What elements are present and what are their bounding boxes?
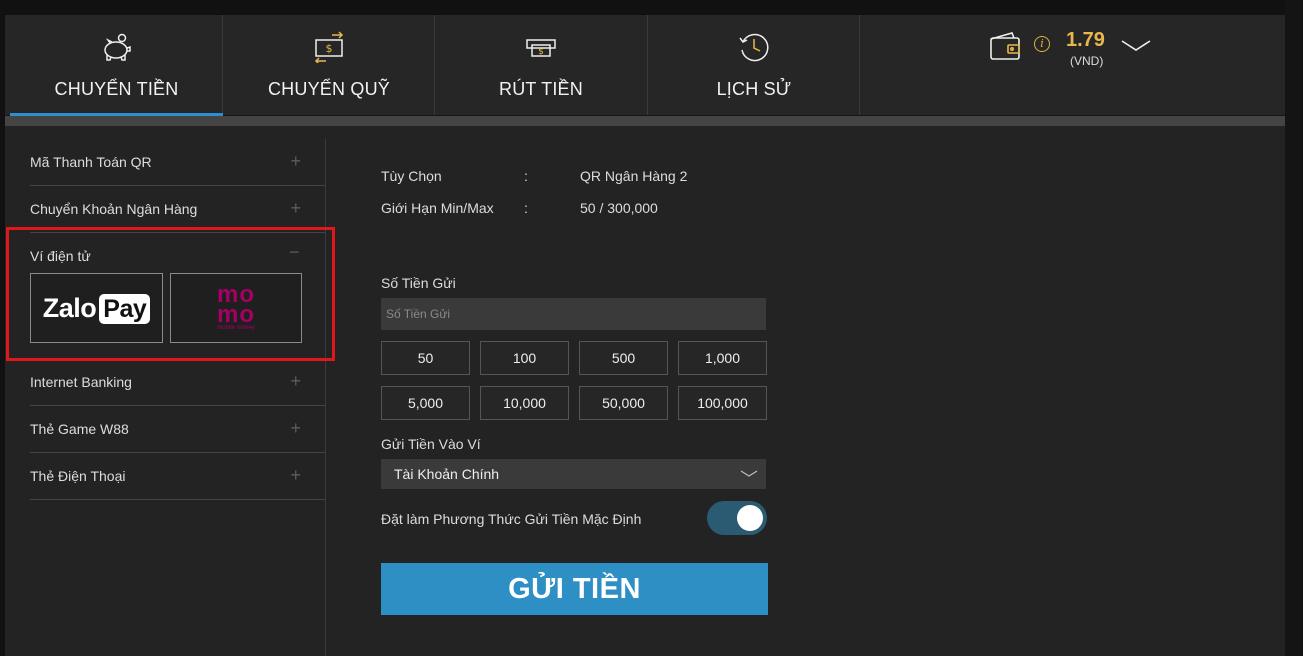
plus-icon[interactable]: + — [290, 371, 301, 392]
plus-icon[interactable]: + — [290, 465, 301, 486]
tab-chuyen-tien[interactable]: CHUYỂN TIỀN — [10, 15, 223, 115]
sidebar-item-label: Internet Banking — [30, 374, 132, 390]
limit-label: Giới Hạn Min/Max — [381, 200, 494, 216]
wallet-target-label: Gửi Tiền Vào Ví — [381, 436, 481, 452]
quick-amount-button[interactable]: 50,000 — [579, 386, 668, 420]
sidebar-item-phone-card[interactable]: Thẻ Điện Thoại + — [30, 453, 325, 500]
tab-label: RÚT TIỀN — [499, 79, 583, 99]
sidebar-item-qr[interactable]: Mã Thanh Toán QR + — [30, 139, 325, 186]
sidebar-item-label: Thẻ Điện Thoại — [30, 468, 126, 484]
history-clock-icon — [736, 29, 772, 65]
sidebar-item-ewallet[interactable]: Ví điện tử — [30, 248, 91, 264]
sidebar-item-game-card[interactable]: Thẻ Game W88 + — [30, 406, 325, 453]
quick-amount-button[interactable]: 50 — [381, 341, 470, 375]
plus-icon[interactable]: + — [290, 418, 301, 439]
amount-input[interactable] — [381, 298, 766, 330]
tab-rut-tien[interactable]: $ RÚT TIỀN — [435, 15, 647, 115]
momo-tagline: mobile money — [217, 325, 255, 331]
tab-lich-su[interactable]: LỊCH SỬ — [648, 15, 860, 115]
amount-label: Số Tiền Gửi — [381, 275, 456, 291]
option-value: QR Ngân Hàng 2 — [580, 168, 688, 184]
limit-colon: : — [524, 200, 528, 216]
default-method-label: Đặt làm Phương Thức Gửi Tiền Mặc Định — [381, 511, 642, 527]
momo-logo: mo mo mobile money — [217, 283, 255, 332]
momo-option[interactable]: mo mo mobile money — [170, 273, 302, 343]
tab-label: CHUYỂN QUỸ — [267, 79, 390, 99]
top-strip — [5, 0, 1285, 15]
balance-amount: 1.79 — [1066, 29, 1105, 51]
zalopay-logo: Zalo Pay — [43, 293, 151, 324]
quick-amount-button[interactable]: 1,000 — [678, 341, 767, 375]
zalopay-option[interactable]: Zalo Pay — [30, 273, 163, 343]
momo-brand-bottom: mo — [217, 301, 255, 328]
zalopay-brand: Zalo — [42, 292, 97, 323]
info-icon[interactable]: i — [1034, 36, 1050, 52]
sidebar-divider — [325, 139, 326, 656]
tab-divider — [859, 15, 860, 115]
right-edge — [1285, 0, 1303, 656]
chevron-down-icon — [740, 467, 758, 485]
option-label: Tùy Chọn — [381, 168, 442, 184]
plus-icon[interactable]: + — [290, 151, 301, 172]
quick-amount-button[interactable]: 5,000 — [381, 386, 470, 420]
default-method-toggle[interactable] — [707, 501, 767, 535]
sidebar-item-bank-transfer[interactable]: Chuyển Khoản Ngân Hàng + — [30, 186, 325, 233]
sidebar-item-label: Chuyển Khoản Ngân Hàng — [30, 201, 198, 217]
sidebar-item-label: Mã Thanh Toán QR — [30, 154, 152, 170]
quick-amount-button[interactable]: 500 — [579, 341, 668, 375]
money-transfer-icon: $ — [311, 29, 347, 65]
svg-text:$: $ — [538, 47, 544, 57]
tab-chuyen-quy[interactable]: $ CHUYỂN QUỸ — [223, 15, 435, 115]
header-divider — [5, 116, 1285, 126]
limit-value: 50 / 300,000 — [580, 200, 658, 216]
quick-amount-button[interactable]: 100,000 — [678, 386, 767, 420]
zalopay-suffix: Pay — [99, 293, 151, 324]
chevron-down-icon[interactable] — [1120, 38, 1152, 59]
wallet-target-select[interactable]: Tài Khoản Chính — [381, 459, 766, 489]
sidebar-item-internet-banking[interactable]: Internet Banking + — [30, 359, 325, 406]
quick-amount-button[interactable]: 100 — [480, 341, 569, 375]
svg-text:$: $ — [326, 42, 333, 55]
submit-deposit-button[interactable]: GỬI TIỀN — [381, 563, 768, 615]
tab-label: LỊCH SỬ — [716, 79, 792, 99]
wallet-icon — [988, 31, 1022, 66]
minus-icon[interactable]: − — [289, 242, 300, 263]
plus-icon[interactable]: + — [290, 198, 301, 219]
balance-currency: (VND) — [1070, 54, 1104, 68]
piggy-bank-icon — [99, 29, 135, 65]
wallet-target-value: Tài Khoản Chính — [394, 466, 500, 482]
sidebar-item-label: Thẻ Game W88 — [30, 421, 129, 437]
app-frame: CHUYỂN TIỀN $ CHUYỂN QUỸ $ RÚT TIỀN LỊCH… — [0, 0, 1303, 656]
option-colon: : — [524, 168, 528, 184]
quick-amount-button[interactable]: 10,000 — [480, 386, 569, 420]
cash-withdraw-icon: $ — [523, 29, 559, 65]
tab-label: CHUYỂN TIỀN — [54, 79, 179, 99]
toggle-knob — [737, 505, 763, 531]
